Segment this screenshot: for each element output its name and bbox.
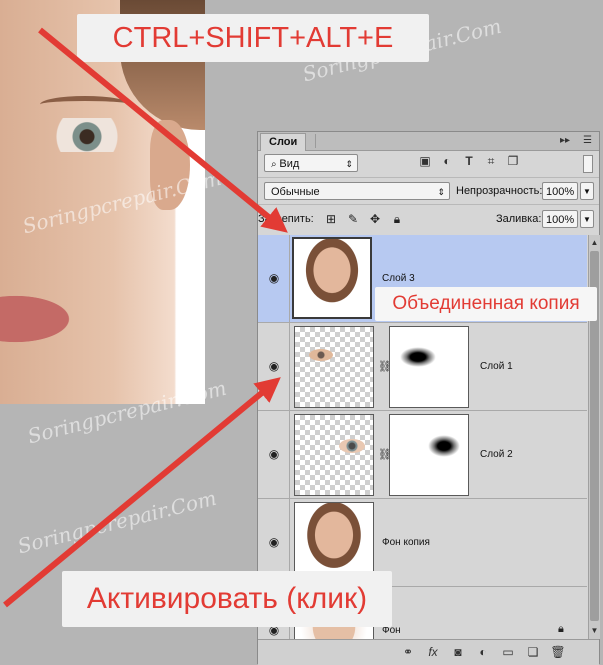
filter-kind-value: Вид [279,158,300,170]
visibility-toggle[interactable]: ◉ [258,235,290,322]
opacity-dropdown-button[interactable]: ▼ [580,182,594,200]
layer-row-1[interactable]: ◉ ⛓ Слой 1 [258,323,587,411]
fill-label: Заливка: [496,213,542,225]
lock-pixels-icon[interactable]: ✎ [346,212,360,226]
filter-row: ⌕ Вид ⇕ ▣ ◐ T ⌗ ❐ [258,152,599,176]
fill-dropdown-button[interactable]: ▼ [580,210,594,228]
panel-menu-icon[interactable]: ☰ [583,134,592,148]
panel-tabbar: Слои ▸▸ ☰ [258,132,599,151]
filter-shape-icon[interactable]: ⌗ [484,154,498,168]
layer-name[interactable]: Слой 2 [480,449,513,461]
filter-adjustment-icon[interactable]: ◐ [440,154,454,168]
new-layer-icon[interactable]: ❏ [525,645,541,659]
fill-input[interactable]: 100% [542,210,578,228]
filter-smart-object-icon[interactable]: ❐ [506,154,520,168]
layer-name[interactable]: Фон копия [382,537,430,549]
opacity-input[interactable]: 100% [542,182,578,200]
lock-position-icon[interactable]: ✥ [368,212,382,226]
link-icon[interactable]: ⛓ [378,449,392,461]
eye-icon: ◉ [268,271,280,285]
filter-type-icon[interactable]: T [462,154,476,168]
layer-thumbnail[interactable] [294,326,374,408]
fx-icon[interactable]: fx [425,645,441,659]
merged-copy-callout: Объединенная копия [375,287,597,321]
visibility-toggle[interactable]: ◉ [258,323,290,410]
add-mask-icon[interactable]: ◙ [450,645,466,659]
layer-mask-thumbnail[interactable] [389,326,469,408]
blend-row: Обычные ⇕ Непрозрачность: 100% ▼ [258,177,599,204]
layer-row-2[interactable]: ◉ ⛓ Слой 2 [258,411,587,499]
filter-kind-select[interactable]: ⌕ Вид ⇕ [264,154,358,172]
eye-fragment [309,349,333,361]
visibility-toggle[interactable]: ◉ [258,411,290,498]
mask-shape [428,435,460,457]
chevron-updown-icon: ⇕ [345,159,353,169]
layer-thumbnail[interactable] [294,414,374,496]
lock-row: Закрепить: ⊞ ✎ ✥ 🔒︎ Заливка: 100% ▼ [258,204,599,233]
photo-eye [52,118,122,152]
chevron-updown-icon: ⇕ [437,187,445,197]
link-icon[interactable]: ⛓ [378,361,392,373]
layer-mask-thumbnail[interactable] [389,414,469,496]
new-group-icon[interactable]: ▭ [500,645,516,659]
shortcut-callout: CTRL+SHIFT+ALT+E [77,14,429,62]
filter-pixel-icon[interactable]: ▣ [418,154,432,168]
layer-thumbnail[interactable] [292,237,372,319]
trash-icon[interactable]: 🗑︎ [550,645,566,659]
photo-lips [0,292,78,346]
adjustment-layer-icon[interactable]: ◐ [475,645,491,659]
lock-transparency-icon[interactable]: ⊞ [324,212,338,226]
opacity-label: Непрозрачность: [456,185,543,197]
layer-name[interactable]: Слой 3 [382,273,415,285]
eye-fragment [339,439,365,453]
activate-callout: Активировать (клик) [62,571,392,627]
blend-mode-select[interactable]: Обычные ⇕ [264,182,450,200]
collapse-panel-icon[interactable]: ▸▸ [560,134,570,148]
eye-icon: ◉ [268,535,280,549]
blend-mode-value: Обычные [271,186,320,198]
panel-footer: ⚭ fx ◙ ◐ ▭ ❏ 🗑︎ [258,639,599,665]
filter-toggle[interactable] [583,155,593,173]
lock-icon: 🔒︎ [558,623,564,635]
eye-icon: ◉ [268,447,280,461]
scroll-down-arrow[interactable]: ▼ [590,625,599,637]
lock-label: Закрепить: [258,213,314,225]
photo-eyebrow [40,96,130,113]
tab-layers[interactable]: Слои [260,133,307,151]
mask-shape [400,347,436,367]
watermark: Soringpcrepair.Com [15,485,219,559]
link-layers-icon[interactable]: ⚭ [400,645,416,659]
eye-icon: ◉ [268,359,280,373]
scroll-up-arrow[interactable]: ▲ [590,237,599,249]
tab-divider [315,134,324,148]
lock-all-icon[interactable]: 🔒︎ [390,212,404,226]
layer-name[interactable]: Слой 1 [480,361,513,373]
